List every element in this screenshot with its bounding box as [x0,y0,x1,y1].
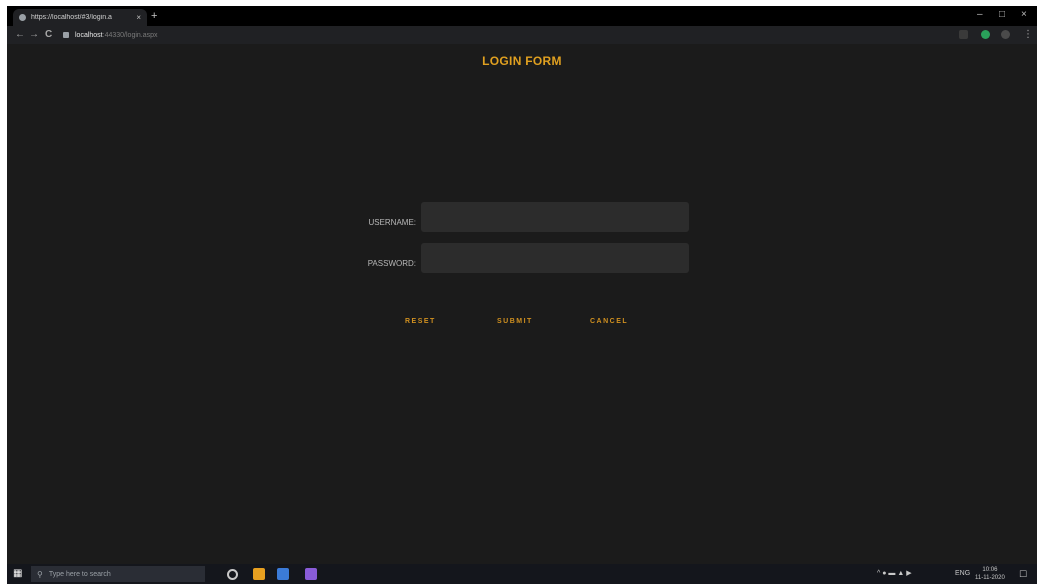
tray-language[interactable]: ENG [955,569,970,579]
visual-studio-icon[interactable] [305,568,317,580]
chrome-icon[interactable] [277,568,289,580]
browser-menu-button[interactable]: ⋮ [1023,28,1033,42]
maximize-button[interactable]: □ [999,8,1005,22]
browser-tab[interactable]: https://localhost/#3/login.a × [13,9,147,26]
cortana-icon[interactable] [227,569,238,580]
reload-button[interactable]: C [45,28,52,42]
favicon-icon [19,14,26,21]
password-input[interactable] [421,243,689,273]
username-input[interactable] [421,202,689,232]
close-window-button[interactable]: × [1021,8,1027,22]
back-button[interactable]: ← [15,28,25,42]
lock-icon [63,32,69,38]
tab-title: https://localhost/#3/login.a [31,14,112,21]
tray-date: 11-11-2020 [975,575,1005,581]
browser-toolbar: ← → C localhost :44330/login.aspx ⋮ [7,26,1037,44]
forward-button[interactable]: → [29,28,39,42]
url-path: :44330/login.aspx [102,31,158,39]
extension-icon[interactable] [981,30,990,39]
username-label: USERNAME: [368,218,416,227]
windows-start-icon[interactable]: ▦ [13,569,23,579]
page-title: LOGIN FORM [482,54,562,68]
tab-close-icon[interactable]: × [136,13,141,22]
submit-button[interactable]: SUBMIT [497,318,533,325]
address-bar[interactable]: localhost :44330/login.aspx [63,29,943,41]
url-host: localhost [75,31,103,39]
bookmark-star-icon[interactable] [959,30,968,39]
file-explorer-icon[interactable] [253,568,265,580]
windows-taskbar: ▦ ⚲ Type here to search ^ ● ▬ ▲ ▶ ENG 10… [7,564,1037,584]
minimize-button[interactable]: – [977,8,983,22]
new-tab-button[interactable]: + [151,9,157,23]
taskbar-search-placeholder: Type here to search [48,570,111,578]
page-content: LOGIN FORM USERNAME: PASSWORD: RESET SUB… [7,44,1037,564]
reset-button[interactable]: RESET [405,318,436,325]
cancel-button[interactable]: CANCEL [590,318,628,325]
tray-icons[interactable]: ^ ● ▬ ▲ ▶ [877,569,912,579]
search-icon: ⚲ [37,569,43,579]
tray-time: 10:06 [982,567,998,573]
password-label: PASSWORD: [367,259,416,268]
tray-clock[interactable]: 10:06 11-11-2020 [975,566,1005,582]
taskbar-search[interactable]: ⚲ Type here to search [31,566,205,582]
profile-avatar-icon[interactable] [1001,30,1010,39]
notification-icon[interactable]: ☐ [1019,569,1027,579]
screen: https://localhost/#3/login.a × + – □ × ←… [7,6,1037,584]
tab-strip: https://localhost/#3/login.a × + – □ × [7,6,1037,26]
